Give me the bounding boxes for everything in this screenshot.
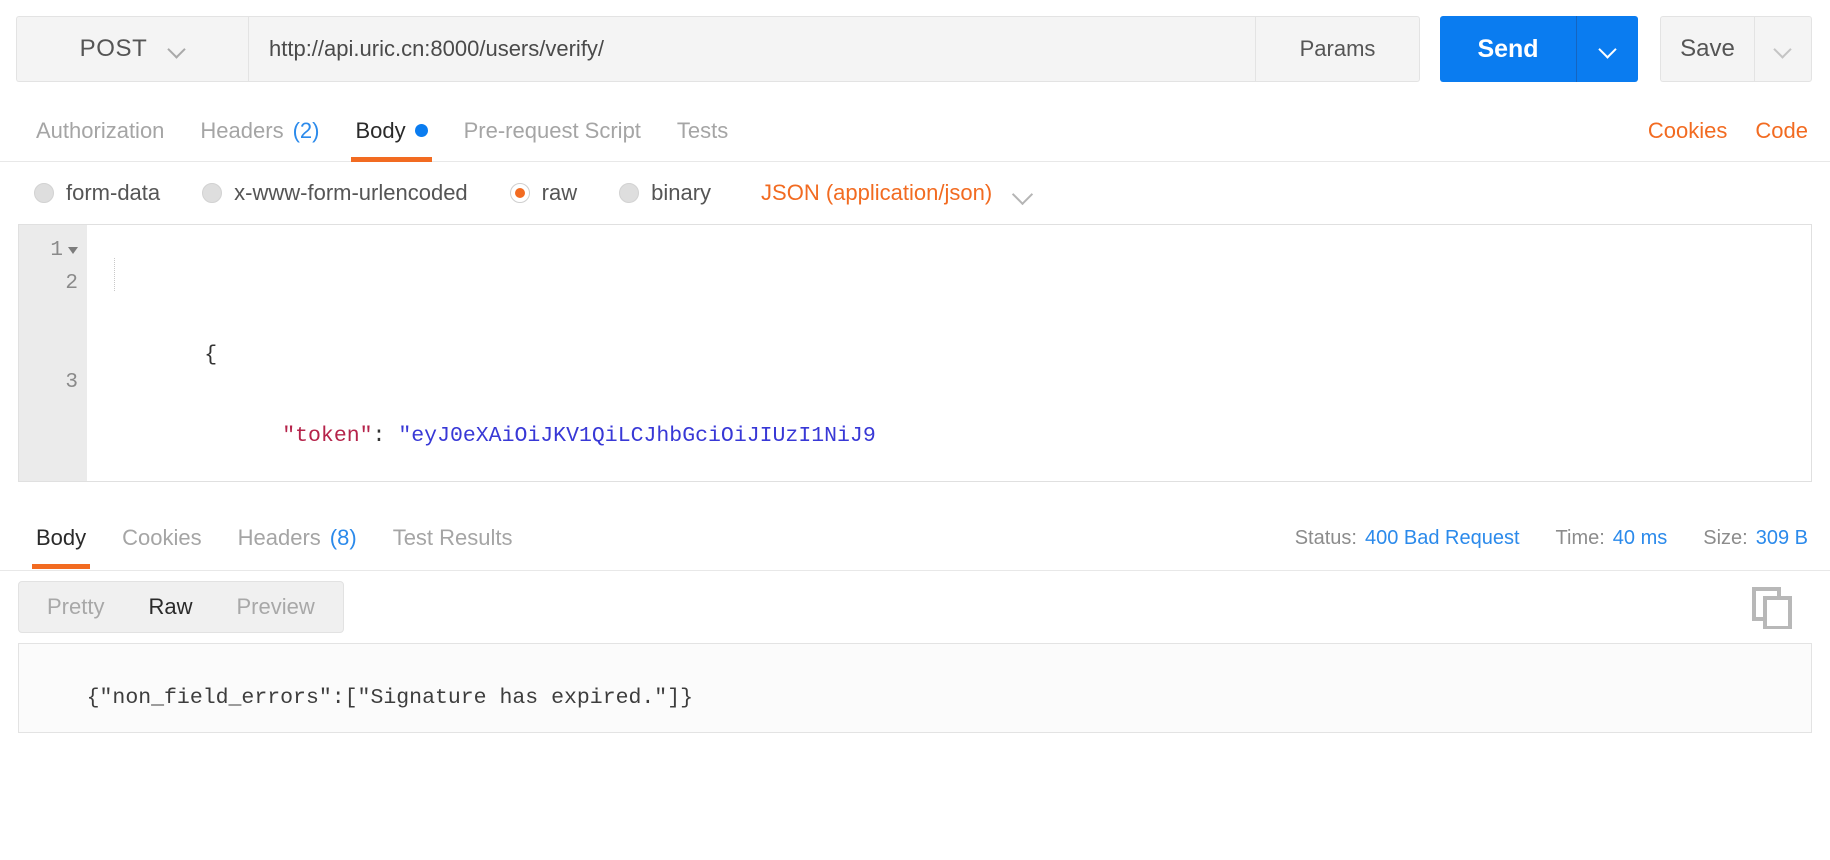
code-link[interactable]: Code: [1755, 118, 1808, 144]
response-body-text: {"non_field_errors":["Signature has expi…: [86, 686, 694, 710]
request-tabs: Authorization Headers (2) Body Pre-reque…: [0, 100, 1830, 162]
line-number-1: 1: [19, 234, 87, 267]
body-type-form-data-label: form-data: [66, 180, 161, 205]
editor-code-area[interactable]: { "token": "eyJ0eXAiOiJKV1QiLCJhbGciOiJI…: [87, 225, 1811, 481]
request-url-value: http://api.uric.cn:8000/users/verify/: [269, 36, 605, 61]
code-line-1-text: {: [204, 343, 218, 367]
response-tab-test-results-label: Test Results: [392, 524, 513, 550]
radio-icon[interactable]: [202, 183, 223, 203]
response-tab-cookies[interactable]: Cookies: [104, 507, 219, 569]
view-mode-raw[interactable]: Raw: [126, 594, 214, 620]
body-type-form-data[interactable]: form-data: [34, 180, 160, 206]
time-value: 40 ms: [1612, 526, 1668, 549]
line-number-3-label: 3: [65, 371, 78, 394]
response-meta: Status: 400 Bad Request Time: 40 ms Size: 3…: [1295, 505, 1808, 571]
tab-pre-request-script[interactable]: Pre-request Script: [446, 100, 659, 162]
gutter-spacer: [19, 300, 87, 333]
response-tab-body[interactable]: Body: [18, 507, 104, 569]
fold-caret-icon[interactable]: [68, 247, 78, 254]
tab-headers[interactable]: Headers (2): [182, 100, 337, 162]
response-tab-headers[interactable]: Headers (8): [220, 507, 375, 569]
code-line-2: "token": "eyJ0eXAiOiJKV1QiLCJhbGciOiJIUz…: [87, 387, 1811, 448]
chevron-down-icon: [1600, 41, 1616, 57]
size-metric: Size: 309 B: [1703, 527, 1808, 550]
send-label: Send: [1477, 34, 1539, 63]
view-mode-pretty[interactable]: Pretty: [25, 594, 126, 620]
response-tab-body-label: Body: [36, 524, 87, 550]
tab-body[interactable]: Body: [337, 100, 445, 162]
json-key-token: "token": [282, 424, 373, 448]
body-modified-dot-icon: [414, 124, 428, 137]
cookies-link[interactable]: Cookies: [1648, 118, 1727, 144]
response-view-mode-group: Pretty Raw Preview: [18, 581, 344, 633]
params-label: Params: [1299, 36, 1376, 61]
send-button[interactable]: Send: [1440, 16, 1576, 82]
http-method-selector[interactable]: POST: [16, 16, 248, 82]
tab-tests[interactable]: Tests: [659, 100, 746, 162]
save-button-group: Save: [1660, 16, 1812, 100]
tab-body-label: Body: [355, 117, 406, 143]
tab-headers-count: (2): [292, 117, 320, 143]
send-options-button[interactable]: [1576, 16, 1638, 82]
tab-authorization[interactable]: Authorization: [18, 100, 182, 162]
time-metric: Time: 40 ms: [1556, 527, 1668, 550]
gutter-spacer: [19, 333, 87, 366]
response-tab-headers-label: Headers: [237, 524, 321, 550]
save-label: Save: [1680, 35, 1735, 62]
chevron-down-icon: [169, 41, 185, 57]
response-tabs: Body Cookies Headers (8) Test Results St…: [0, 505, 1830, 571]
response-tab-test-results[interactable]: Test Results: [375, 507, 531, 569]
save-button[interactable]: Save: [1660, 16, 1754, 82]
response-view-toolbar: Pretty Raw Preview: [0, 571, 1830, 643]
radio-selected-icon[interactable]: [509, 183, 530, 203]
body-type-binary[interactable]: binary: [619, 180, 711, 206]
copy-icon[interactable]: [1750, 585, 1794, 634]
status-key: Status:: [1294, 526, 1357, 549]
radio-icon[interactable]: [619, 183, 640, 203]
content-type-label: JSON (application/json): [761, 180, 993, 205]
request-body-editor[interactable]: 1 2 3 { "token": "eyJ0eXAiOiJKV1QiLCJhbG…: [18, 224, 1812, 482]
indent-guide: [114, 258, 115, 291]
chevron-down-icon: [1775, 41, 1791, 57]
body-type-x-www-form-urlencoded[interactable]: x-www-form-urlencoded: [202, 180, 468, 206]
save-options-button[interactable]: [1754, 16, 1812, 82]
send-button-group: Send: [1440, 16, 1638, 100]
content-type-selector[interactable]: JSON (application/json): [761, 180, 1030, 206]
postman-request-response-pane: POST http://api.uric.cn:8000/users/verif…: [0, 0, 1830, 860]
line-number-3: 3: [19, 366, 87, 399]
view-mode-preview[interactable]: Preview: [214, 594, 336, 620]
request-url-input[interactable]: http://api.uric.cn:8000/users/verify/: [248, 16, 1256, 82]
status-badge: Status: 400 Bad Request: [1295, 527, 1520, 550]
body-type-binary-label: binary: [651, 180, 712, 205]
response-tab-cookies-label: Cookies: [122, 524, 202, 550]
body-type-options: form-data x-www-form-urlencoded raw bina…: [0, 162, 1830, 224]
line-number-1-label: 1: [50, 239, 63, 262]
response-tab-headers-count: (8): [329, 524, 357, 550]
size-value: 309 B: [1755, 526, 1808, 549]
radio-icon[interactable]: [34, 183, 54, 203]
body-type-raw[interactable]: raw: [509, 180, 578, 206]
body-type-raw-label: raw: [541, 180, 578, 205]
response-body-content: {"non_field_errors":["Signature has expi…: [18, 643, 1812, 733]
size-key: Size:: [1703, 526, 1748, 549]
code-line-1: {: [87, 306, 1811, 367]
tab-pre-request-script-label: Pre-request Script: [463, 117, 641, 143]
http-method-label: POST: [79, 35, 148, 62]
line-number-2-label: 2: [65, 272, 78, 295]
tab-authorization-label: Authorization: [36, 117, 165, 143]
request-tabs-links: Cookies Code: [1648, 100, 1808, 162]
body-type-x-www-form-urlencoded-label: x-www-form-urlencoded: [234, 180, 468, 205]
json-colon: :: [372, 424, 399, 448]
editor-gutter: 1 2 3: [19, 225, 87, 481]
code-line-2-wrap-1: .eyJ1c2VyX2lkIjoxLCJ1c2VybmFtZSI6Inl1YW4…: [87, 468, 1811, 481]
json-value-token-part1: "eyJ0eXAiOiJKV1QiLCJhbGciOiJIUzI1NiJ9: [398, 424, 876, 448]
status-value: 400 Bad Request: [1364, 526, 1520, 549]
line-number-2: 2: [19, 267, 87, 300]
tab-headers-label: Headers: [200, 117, 284, 143]
chevron-down-icon: [1014, 185, 1030, 201]
time-key: Time:: [1555, 526, 1605, 549]
params-button[interactable]: Params: [1256, 16, 1420, 82]
tab-tests-label: Tests: [676, 117, 729, 143]
request-url-bar: POST http://api.uric.cn:8000/users/verif…: [0, 0, 1830, 100]
